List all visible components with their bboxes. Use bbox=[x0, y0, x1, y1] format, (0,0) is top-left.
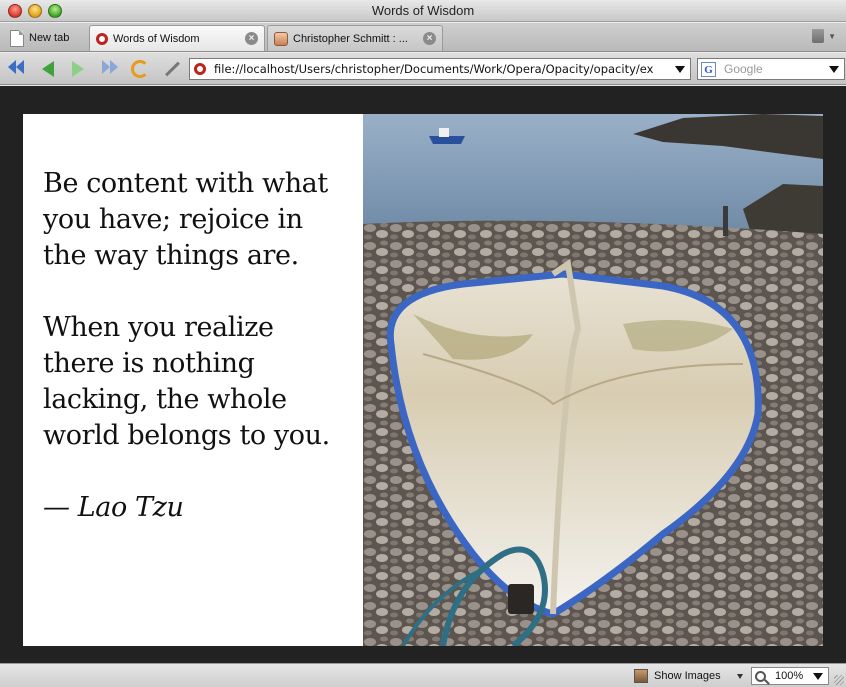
fast-forward-button[interactable] bbox=[98, 58, 122, 80]
rewind-button[interactable] bbox=[4, 58, 28, 80]
forward-arrow-icon bbox=[72, 61, 84, 77]
resize-grip[interactable] bbox=[834, 675, 844, 685]
tab-close-icon[interactable]: × bbox=[423, 32, 436, 45]
tab-label: Words of Wisdom bbox=[113, 32, 200, 45]
search-field[interactable]: G Google bbox=[697, 58, 845, 80]
tab-close-icon[interactable]: × bbox=[245, 32, 258, 45]
quote-paragraph-2: When you realize there is nothing lackin… bbox=[43, 312, 330, 451]
window-title: Words of Wisdom bbox=[371, 3, 475, 18]
chevron-down-icon[interactable]: ▼ bbox=[828, 32, 836, 41]
trash-icon[interactable] bbox=[812, 29, 824, 43]
quote-paragraph-1: Be content with what you have; rejoice i… bbox=[43, 168, 328, 271]
person-favicon-icon bbox=[274, 31, 288, 46]
edit-button[interactable] bbox=[160, 58, 184, 80]
reload-icon bbox=[131, 60, 149, 78]
back-arrow-icon bbox=[42, 61, 54, 77]
zoom-value: 100% bbox=[775, 670, 804, 682]
zoom-select[interactable]: 100% bbox=[751, 667, 829, 685]
fast-forward-icon bbox=[102, 60, 118, 79]
quote-author: — Lao Tzu bbox=[43, 492, 184, 523]
show-images-button[interactable]: Show Images bbox=[634, 667, 743, 685]
zoom-dropdown-icon[interactable] bbox=[813, 672, 823, 680]
quote-panel: Be content with what you have; rejoice i… bbox=[23, 114, 363, 646]
rewind-icon bbox=[8, 60, 24, 79]
status-bar: Show Images 100% bbox=[0, 663, 846, 687]
search-dropdown-icon[interactable] bbox=[829, 65, 839, 73]
show-images-label: Show Images bbox=[654, 670, 721, 682]
reload-button[interactable] bbox=[128, 58, 152, 80]
address-dropdown-icon[interactable] bbox=[675, 65, 685, 73]
navigation-toolbar: file://localhost/Users/christopher/Docum… bbox=[0, 53, 846, 85]
tab-words-of-wisdom[interactable]: Words of Wisdom × bbox=[89, 25, 265, 51]
magnifier-icon bbox=[755, 670, 766, 682]
search-placeholder[interactable]: Google bbox=[724, 62, 824, 76]
chevron-down-icon[interactable] bbox=[736, 673, 743, 679]
rowboat-photo bbox=[363, 114, 823, 646]
page-favicon-icon bbox=[194, 63, 206, 75]
opera-favicon-icon bbox=[96, 32, 108, 45]
page-viewport: Be content with what you have; rejoice i… bbox=[0, 86, 846, 663]
person-figure bbox=[723, 206, 728, 236]
forward-button[interactable] bbox=[66, 58, 90, 80]
tab-christopher-schmitt[interactable]: Christopher Schmitt : ... × bbox=[267, 25, 443, 51]
tab-label: Christopher Schmitt : ... bbox=[293, 32, 408, 45]
google-search-icon[interactable]: G bbox=[701, 61, 716, 77]
new-tab-label: New tab bbox=[29, 32, 70, 44]
distant-boat bbox=[429, 136, 465, 144]
window-titlebar: Words of Wisdom bbox=[0, 0, 846, 22]
new-tab-icon bbox=[10, 29, 24, 47]
address-url[interactable]: file://localhost/Users/christopher/Docum… bbox=[214, 62, 670, 76]
address-field[interactable]: file://localhost/Users/christopher/Docum… bbox=[189, 58, 691, 80]
padlock-icon bbox=[508, 584, 534, 614]
pen-icon bbox=[164, 61, 180, 77]
image-icon bbox=[634, 669, 648, 683]
new-tab-button[interactable]: New tab bbox=[4, 25, 86, 51]
tab-bar: New tab Words of Wisdom × Christopher Sc… bbox=[0, 23, 846, 52]
back-button[interactable] bbox=[36, 58, 60, 80]
